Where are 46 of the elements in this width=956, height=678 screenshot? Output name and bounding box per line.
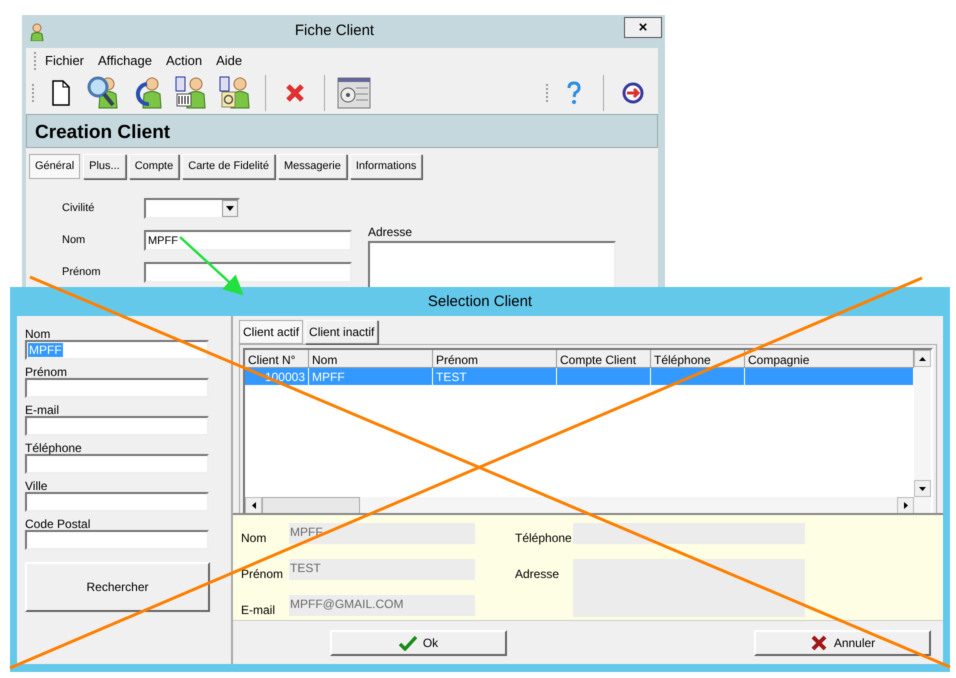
field-label: Nom [25,326,52,340]
text-field[interactable]: MPFF [144,230,352,251]
field-label: Adresse [368,224,414,240]
field-label: Prénom [62,265,102,280]
field-label: Nom [62,233,86,248]
search-button[interactable]: Rechercher [25,562,210,612]
window-title: Fiche Client [294,21,376,42]
form-heading: Creation Client [26,114,658,148]
table-cell: MPFF [309,368,433,385]
field-label: E-mail [241,602,276,619]
field-label: Adresse [515,566,560,583]
window-title: Selection Client [426,292,534,312]
tab[interactable]: Plus... [83,154,126,178]
column-header[interactable]: Client N° [245,350,309,368]
tab[interactable]: Client inactif [305,320,378,344]
column-header[interactable]: Prénom [433,350,557,368]
cancel-button[interactable]: Annuler [754,630,931,656]
field-label: E-mail [25,402,60,416]
field-label: Code Postal [25,516,92,530]
tab[interactable]: Informations [350,154,422,178]
column-header[interactable]: Nom [309,350,433,368]
close-button[interactable]: × [624,17,662,38]
field-label: Nom [241,530,268,547]
menu-item[interactable]: Aide [210,51,248,71]
column-header[interactable]: Compte Client [557,350,651,368]
tab[interactable]: Compte [128,154,180,178]
field-label: Téléphone [25,440,83,454]
menu-item[interactable]: Affichage [92,51,158,71]
menu-item[interactable]: Action [160,51,208,71]
table-cell: TEST [433,368,557,385]
field-label: Prénom [241,566,284,583]
field-label: Ville [25,478,48,492]
menu-item[interactable]: Fichier [39,51,90,71]
field-label: Civilité [62,201,96,216]
field-label: Téléphone [515,530,573,547]
tab[interactable]: Messagerie [278,154,347,178]
tab[interactable]: Carte de Fidelité [182,154,275,178]
readonly-field: MPFF [289,523,475,544]
ok-button[interactable]: Ok [330,630,507,656]
column-header[interactable]: Compagnie [745,350,914,368]
column-header[interactable]: Téléphone [651,350,745,368]
readonly-field: MPFF@GMAIL.COM [289,595,475,616]
field-label: Prénom [25,364,68,378]
tab[interactable]: Général [29,154,80,178]
tab[interactable]: Client actif [239,320,304,344]
readonly-field: TEST [289,559,475,580]
